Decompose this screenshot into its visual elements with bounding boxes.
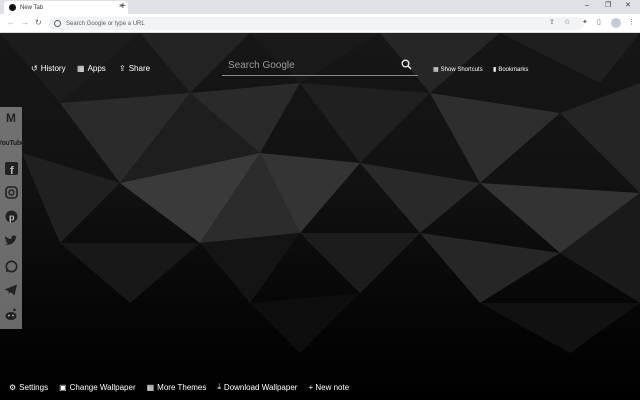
window-restore-button[interactable]: ❐: [605, 0, 611, 12]
search-input[interactable]: Search Google: [228, 60, 295, 71]
social-sidebar: M YouTube f p: [0, 107, 25, 329]
svg-text:f: f: [10, 165, 14, 175]
window-close-button[interactable]: ✕: [625, 0, 631, 12]
reload-icon[interactable]: ↻: [35, 17, 42, 29]
bookmark-icon: ▮: [493, 67, 497, 73]
google-icon: [54, 20, 61, 27]
new-tab-button[interactable]: +: [120, 0, 126, 13]
more-themes-button[interactable]: ▦ More Themes: [147, 382, 207, 392]
back-icon[interactable]: ←: [7, 17, 15, 29]
side-panel-icon[interactable]: ▯: [597, 18, 601, 28]
share-icon: ⇪: [119, 64, 126, 73]
history-link[interactable]: ↺ History: [31, 64, 66, 73]
address-bar[interactable]: Search Google or type a URL: [49, 17, 584, 30]
pinterest-icon[interactable]: p: [2, 207, 20, 225]
history-icon: ↺: [31, 64, 38, 73]
apps-link[interactable]: ▦ Apps: [77, 64, 106, 73]
window-minimize-button[interactable]: –: [585, 0, 589, 12]
tab-title: New Tab: [20, 4, 44, 11]
forward-icon[interactable]: →: [21, 17, 29, 29]
google-search-box[interactable]: Search Google: [222, 56, 418, 76]
tab-new-tab[interactable]: New Tab ×: [4, 1, 128, 14]
show-shortcuts-link[interactable]: ▦ Show Shortcuts: [433, 66, 483, 74]
more-themes-label: More Themes: [157, 382, 207, 392]
telegram-icon[interactable]: [2, 281, 20, 299]
bottom-toolbar: ⚙ Settings ▣ Change Wallpaper ▦ More The…: [9, 382, 360, 392]
download-wallpaper-button[interactable]: ⤓ Download Wallpaper: [217, 382, 297, 392]
image-icon: ▣: [59, 382, 67, 392]
share-link[interactable]: ⇪ Share: [119, 64, 150, 73]
share-page-icon[interactable]: ⇪: [549, 18, 555, 28]
bookmarks-label: Bookmarks: [498, 66, 529, 73]
search-icon[interactable]: [401, 59, 412, 70]
youtube-icon[interactable]: YouTube: [0, 134, 25, 152]
whatsapp-icon[interactable]: [2, 257, 20, 275]
gmail-icon[interactable]: M: [2, 109, 20, 127]
change-wallpaper-label: Change Wallpaper: [69, 382, 136, 392]
instagram-icon[interactable]: [2, 183, 20, 201]
download-icon: ⤓: [217, 382, 221, 391]
apps-grid-icon: ▦: [77, 64, 85, 73]
settings-label: Settings: [19, 382, 49, 392]
new-tab-page: ↺ History ▦ Apps ⇪ Share Search Google ▦…: [0, 33, 640, 400]
new-note-label: + New note: [308, 382, 350, 392]
apps-label: Apps: [87, 64, 106, 73]
svg-text:p: p: [9, 212, 15, 222]
facebook-icon[interactable]: f: [2, 159, 20, 177]
bookmark-star-icon[interactable]: ☆: [564, 18, 570, 28]
tab-strip: New Tab × + – ❐ ✕: [0, 0, 640, 14]
shortcuts-grid-icon: ▦: [433, 67, 439, 73]
gear-icon: ⚙: [9, 382, 17, 392]
reddit-icon[interactable]: [2, 305, 20, 323]
themes-grid-icon: ▦: [146, 382, 155, 392]
address-bar-placeholder: Search Google or type a URL: [66, 20, 145, 27]
settings-button[interactable]: ⚙ Settings: [9, 382, 48, 392]
share-label: Share: [128, 64, 151, 73]
new-note-button[interactable]: + New note: [308, 382, 349, 392]
history-label: History: [40, 64, 66, 73]
twitter-icon[interactable]: [2, 232, 20, 250]
browser-toolbar: ← → ↻ Search Google or type a URL ⇪ ☆ ✦ …: [0, 14, 640, 33]
show-shortcuts-label: Show Shortcuts: [440, 66, 483, 73]
tab-favicon-icon: [9, 4, 16, 11]
bookmarks-link[interactable]: ▮ Bookmarks: [493, 66, 529, 74]
change-wallpaper-button[interactable]: ▣ Change Wallpaper: [59, 382, 136, 392]
wallpaper-lowpoly: [0, 33, 640, 353]
download-wallpaper-label: Download Wallpaper: [223, 382, 298, 392]
menu-kebab-icon[interactable]: ⋮: [628, 18, 635, 28]
extensions-icon[interactable]: ✦: [582, 18, 588, 28]
profile-avatar[interactable]: [611, 18, 621, 28]
